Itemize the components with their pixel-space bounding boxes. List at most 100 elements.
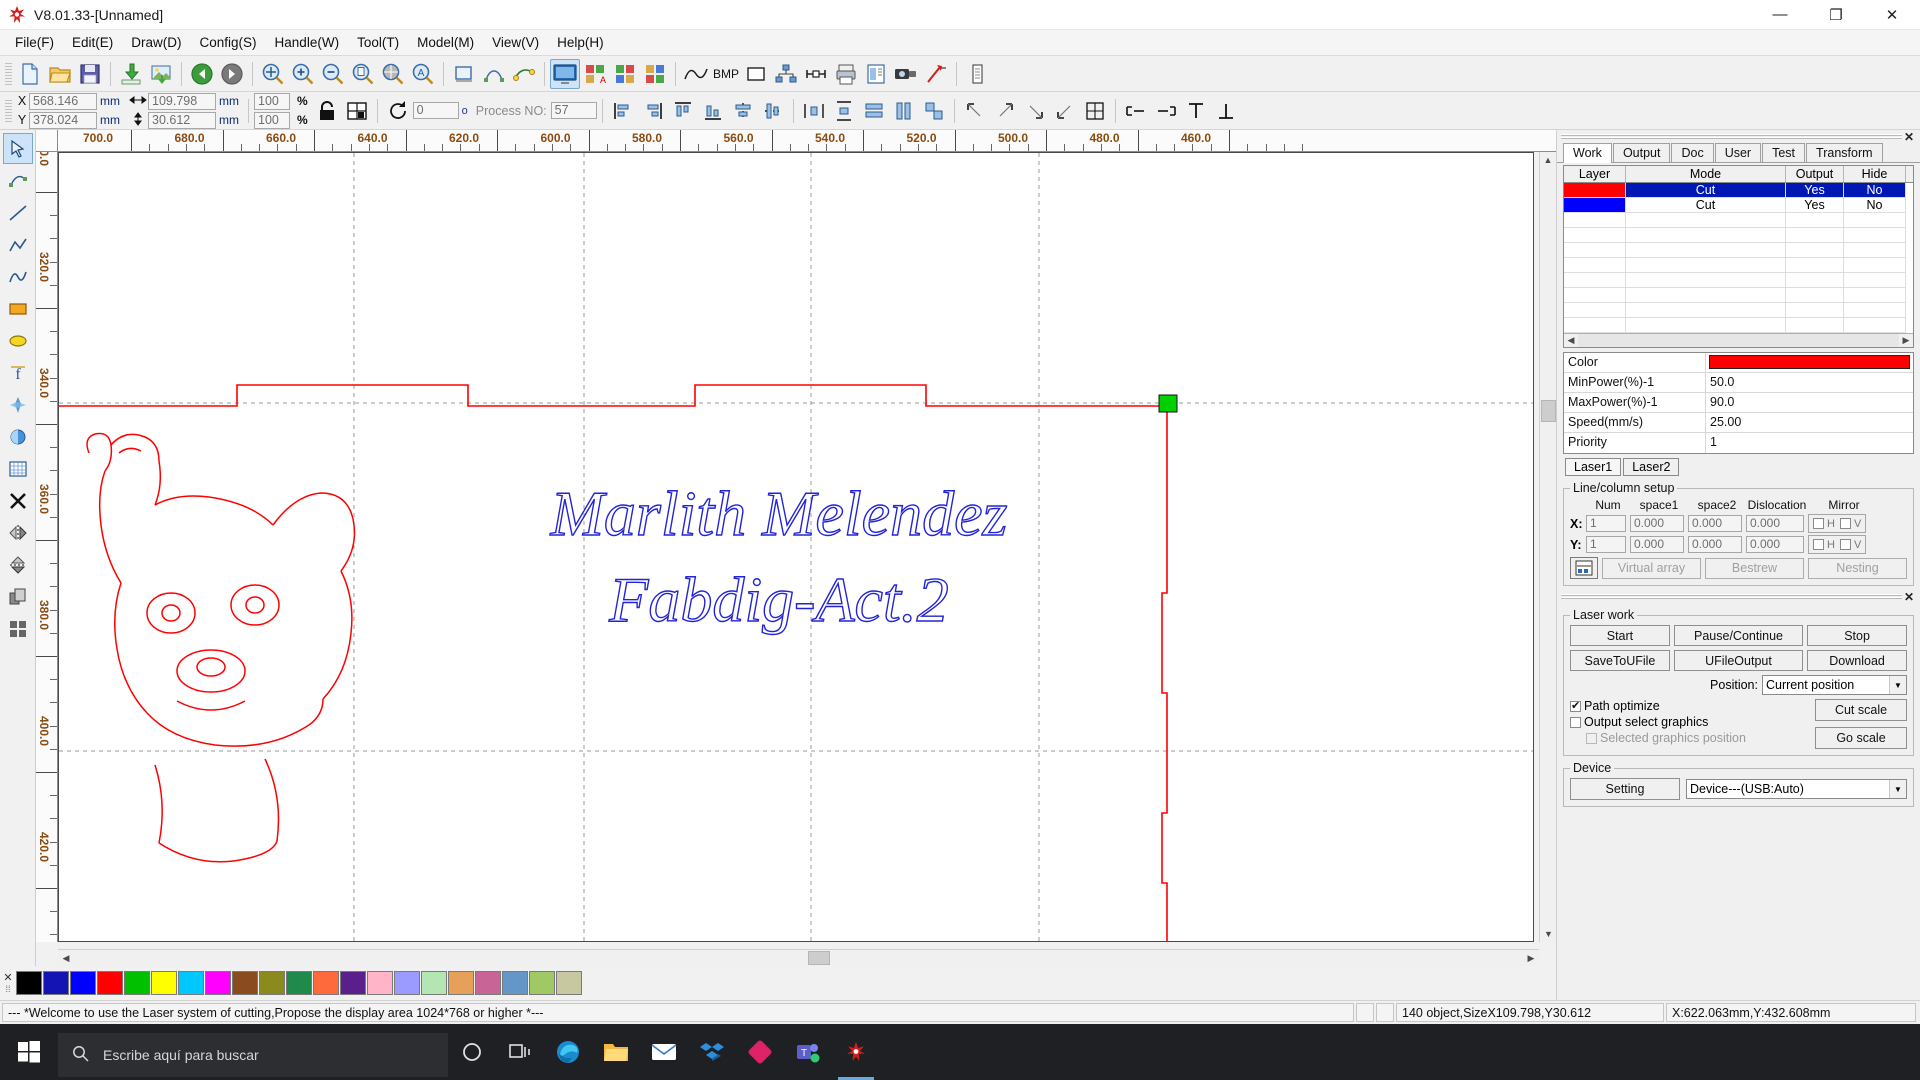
color-swatch[interactable] [70,971,96,995]
color-swatch[interactable] [259,971,285,995]
layer-output[interactable]: Yes [1786,198,1844,213]
grid-array-icon[interactable] [3,613,33,644]
zoom-page-icon[interactable] [348,59,378,89]
y-dislocation-input[interactable]: 0.000 [1746,536,1804,553]
tab-doc[interactable]: Doc [1671,143,1713,162]
menu-view[interactable]: View(V) [483,32,548,53]
import-icon[interactable] [116,59,146,89]
scroll-up-arrow[interactable]: ▲ [1540,152,1556,168]
height-input[interactable]: 30.612 [148,112,216,129]
tab-transform[interactable]: Transform [1806,143,1883,162]
menu-edit[interactable]: Edit(E) [63,32,122,53]
param-value[interactable]: 1 [1706,433,1913,453]
layer-output[interactable]: Yes [1786,183,1844,198]
trace-bitmap-a-icon[interactable]: A [580,59,610,89]
zoom-selection-icon[interactable]: A [408,59,438,89]
measure-icon[interactable] [509,59,539,89]
group-icon[interactable] [1121,96,1151,126]
ufile-output-button[interactable]: UFileOutput [1674,650,1803,671]
color-swatch[interactable] [421,971,447,995]
pause-continue-button[interactable]: Pause/Continue [1674,625,1803,646]
download-button[interactable]: Download [1807,650,1907,671]
trace-bitmap-b-icon[interactable] [610,59,640,89]
menu-file[interactable]: File(F) [6,32,63,53]
undo-icon[interactable] [187,59,217,89]
width-input[interactable]: 109.798 [148,93,216,110]
color-swatch[interactable] [16,971,42,995]
menu-handle[interactable]: Handle(W) [266,32,349,53]
table-row[interactable]: Cut Yes No [1564,198,1913,213]
tab-laser1[interactable]: Laser1 [1565,458,1621,476]
table-row[interactable]: Cut Yes No [1564,183,1913,198]
anchor-grid-icon[interactable] [342,96,372,126]
color-picker-icon[interactable] [3,421,33,452]
array-tl-icon[interactable] [960,96,990,126]
table-row-empty[interactable] [1564,228,1913,243]
start-button[interactable]: Start [1570,625,1670,646]
param-row-minpower[interactable]: MinPower(%)-1 50.0 [1564,373,1913,393]
array-tr-icon[interactable] [990,96,1020,126]
virtual-array-button[interactable]: Virtual array [1602,558,1701,579]
design-canvas[interactable]: Marlith Melendez Fabdig-Act.2 [58,152,1534,942]
param-row-maxpower[interactable]: MaxPower(%)-1 90.0 [1564,393,1913,413]
bestrew-button[interactable]: Bestrew [1705,558,1804,579]
y-position-input[interactable]: 378.024 [29,112,97,129]
preview-icon[interactable] [550,59,580,89]
color-swatch[interactable] [475,971,501,995]
windows-start-icon[interactable] [0,1024,58,1080]
tab-output[interactable]: Output [1613,143,1671,162]
polyline-icon[interactable] [3,229,33,260]
chevron-down-icon[interactable]: ▼ [1889,676,1906,694]
layer-table-scrollbar[interactable]: ◀ ▶ [1564,333,1913,347]
align-top-icon[interactable] [668,96,698,126]
bitmap-icon[interactable]: BMP [711,59,741,89]
x-mirror-h-checkbox[interactable] [1813,518,1824,529]
x-mirror-v-checkbox[interactable] [1840,518,1851,529]
same-width-icon[interactable] [859,96,889,126]
export-icon[interactable] [146,59,176,89]
scroll-right-arrow[interactable]: ▶ [1899,334,1913,347]
palette-close-icon[interactable]: ✕ [1,972,15,984]
capture-icon[interactable] [3,389,33,420]
y-mirror-v-checkbox[interactable] [1840,539,1851,550]
y-space1-input[interactable]: 0.000 [1630,536,1684,553]
select-arrow-icon[interactable] [3,133,33,164]
new-file-icon[interactable] [15,59,45,89]
zoom-extents-icon[interactable] [378,59,408,89]
layer-mode[interactable]: Cut [1626,183,1786,198]
y-mirror-h-checkbox[interactable] [1813,539,1824,550]
ungroup-icon[interactable] [1151,96,1181,126]
bitmap-grid-icon[interactable] [3,453,33,484]
trace-bitmap-c-icon[interactable] [640,59,670,89]
camera-icon[interactable] [891,59,921,89]
zoom-out-icon[interactable] [318,59,348,89]
path-optimize-checkbox[interactable] [1570,701,1581,712]
menu-model[interactable]: Model(M) [408,32,483,53]
node-edit-icon[interactable] [479,59,509,89]
menu-help[interactable]: Help(H) [548,32,613,53]
close-button[interactable]: ✕ [1864,0,1920,30]
table-row-empty[interactable] [1564,318,1913,333]
param-row-priority[interactable]: Priority 1 [1564,433,1913,453]
array-br-icon[interactable] [1020,96,1050,126]
same-size-icon[interactable] [919,96,949,126]
zoom-in-icon[interactable] [288,59,318,89]
cut-scale-button[interactable]: Cut scale [1815,699,1907,721]
scroll-h-thumb[interactable] [808,951,830,965]
scroll-left-arrow[interactable]: ◀ [58,950,74,966]
color-swatch[interactable] [313,971,339,995]
param-color-swatch[interactable] [1709,355,1910,369]
canvas-horizontal-scrollbar[interactable]: ◀ ▶ [58,949,1539,966]
color-swatch[interactable] [97,971,123,995]
scroll-left-arrow[interactable]: ◀ [1564,334,1578,347]
path-optimize-row[interactable]: Path optimize [1570,699,1815,713]
array-grid-icon[interactable] [1080,96,1110,126]
tab-test[interactable]: Test [1762,143,1805,162]
table-row-empty[interactable] [1564,213,1913,228]
x-dislocation-input[interactable]: 0.000 [1746,515,1804,532]
color-swatch[interactable] [394,971,420,995]
canvas-vertical-scrollbar[interactable]: ▲ ▼ [1539,152,1556,942]
x-space2-input[interactable]: 0.000 [1688,515,1742,532]
color-swatch[interactable] [124,971,150,995]
scroll-down-arrow[interactable]: ▼ [1540,926,1557,942]
